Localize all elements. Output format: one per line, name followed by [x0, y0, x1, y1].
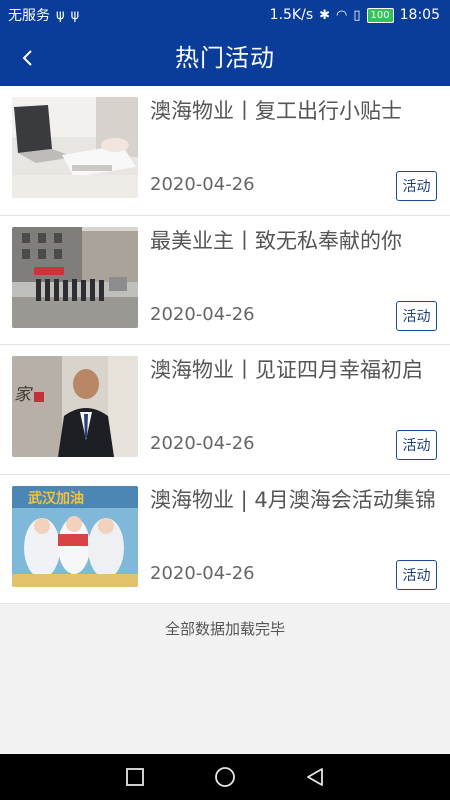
- thumbnail-image: [12, 97, 138, 198]
- list-item[interactable]: 澳海物业丨复工出行小贴士 2020-04-26 活动: [0, 86, 450, 216]
- app-header: 热门活动: [0, 30, 450, 86]
- activity-tag: 活动: [396, 559, 437, 590]
- activity-tag: 活动: [396, 171, 437, 201]
- circle-icon: [215, 767, 235, 787]
- item-title: 澳海物业 | 4月澳海会活动集锦: [150, 487, 436, 512]
- list-item[interactable]: 最美业主丨致无私奉献的你 2020-04-26 活动: [0, 215, 450, 345]
- page-title: 热门活动: [175, 44, 275, 72]
- network-speed: 1.5K/s: [269, 7, 314, 23]
- list-item[interactable]: 家 澳海物业丨见证四月幸福初启 2020-04-26 活动: [0, 345, 450, 475]
- list-item[interactable]: 武汉加油 澳海物业 | 4月澳海会活动集锦 2020-04-26 活动: [0, 474, 450, 604]
- bluetooth-icon: ✱: [319, 7, 331, 23]
- svg-text:武汉加油: 武汉加油: [28, 490, 84, 507]
- usb-debug-icon: ψ: [70, 7, 80, 23]
- activity-list: 澳海物业丨复工出行小贴士 2020-04-26 活动 最美业主丨致无私奉献的你 …: [0, 86, 450, 604]
- thumbnail-image: 武汉加油: [12, 485, 138, 587]
- load-complete-message: 全部数据加载完毕: [164, 620, 285, 638]
- status-left: 无服务 ψ ψ: [8, 5, 79, 25]
- item-date: 2020-04-26: [150, 174, 255, 195]
- wifi-icon: ◠: [336, 7, 348, 23]
- system-nav-bar: [0, 754, 450, 800]
- triangle-back-icon: [307, 768, 323, 786]
- status-bar: 无服务 ψ ψ 1.5K/s ✱ ◠ ▯ 100 18:05: [0, 0, 450, 30]
- recent-apps-button[interactable]: [120, 762, 150, 792]
- battery-icon: 100: [366, 7, 394, 23]
- item-title: 最美业主丨致无私奉献的你: [150, 228, 402, 253]
- status-right: 1.5K/s ✱ ◠ ▯ 100 18:05: [270, 7, 440, 23]
- item-date: 2020-04-26: [150, 562, 255, 584]
- thumbnail-image: 家: [12, 356, 138, 457]
- clock: 18:05: [399, 7, 440, 23]
- carrier-text: 无服务: [8, 8, 50, 24]
- activity-tag: 活动: [396, 300, 437, 331]
- usb-icon: ψ: [56, 7, 65, 23]
- item-date: 2020-04-26: [150, 433, 255, 454]
- item-title: 澳海物业丨见证四月幸福初启: [150, 358, 423, 382]
- system-back-button[interactable]: [300, 762, 330, 792]
- item-date: 2020-04-26: [150, 303, 255, 325]
- square-icon: [126, 768, 144, 786]
- home-button[interactable]: [210, 762, 240, 792]
- item-title: 澳海物业丨复工出行小贴士: [150, 99, 402, 123]
- sim-icon: ▯: [353, 7, 361, 23]
- thumbnail-image: [12, 226, 138, 328]
- activity-tag: 活动: [396, 430, 437, 460]
- svg-text:家: 家: [14, 385, 33, 405]
